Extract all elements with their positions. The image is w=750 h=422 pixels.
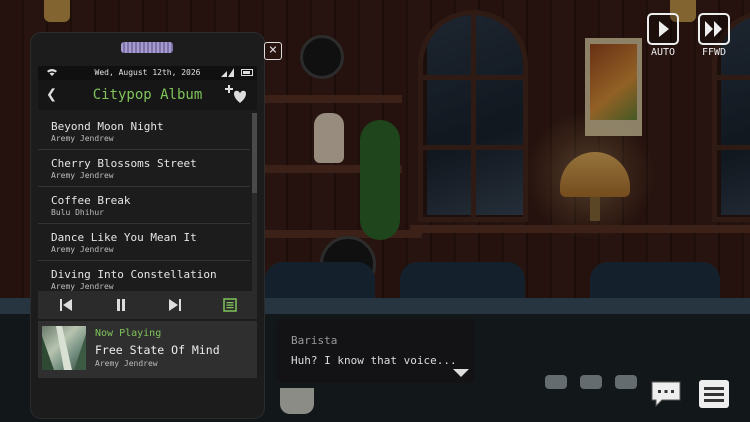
track-artist: Aremy Jendrew bbox=[51, 170, 250, 181]
track-title: Coffee Break bbox=[51, 194, 250, 207]
track-title: Beyond Moon Night bbox=[51, 120, 250, 133]
track-title: Cherry Blossoms Street bbox=[51, 157, 250, 170]
pause-icon[interactable] bbox=[114, 298, 128, 312]
status-bar: Wed, August 12th, 2026 bbox=[38, 66, 257, 80]
continue-arrow-icon[interactable] bbox=[453, 369, 469, 377]
track-artist: Aremy Jendrew bbox=[51, 133, 250, 144]
previous-track-icon[interactable] bbox=[59, 298, 73, 312]
track-artist: Aremy Jendrew bbox=[51, 244, 250, 255]
dialogue-box[interactable]: Barista Huh? I know that voice... bbox=[276, 319, 475, 383]
track-artist: Bulu Dhihur bbox=[51, 207, 250, 218]
add-favorite-icon[interactable] bbox=[225, 85, 247, 105]
app-header: ❮ Citypop Album bbox=[38, 80, 257, 110]
track-list-scrollbar[interactable] bbox=[252, 113, 257, 291]
now-playing-title: Free State Of Mind bbox=[95, 343, 220, 357]
list-item[interactable]: Diving Into Constellation Aremy Jendrew bbox=[38, 261, 250, 291]
now-playing-label: Now Playing bbox=[95, 328, 161, 339]
track-artist: Aremy Jendrew bbox=[51, 281, 250, 291]
scrollbar-thumb[interactable] bbox=[252, 113, 257, 193]
speaker-name: Barista bbox=[291, 334, 337, 347]
list-item[interactable]: Dance Like You Mean It Aremy Jendrew bbox=[38, 224, 250, 261]
auto-label: AUTO bbox=[643, 47, 683, 58]
now-playing-artist: Aremy Jendrew bbox=[95, 359, 158, 368]
next-track-icon[interactable] bbox=[168, 298, 182, 312]
list-item[interactable]: Coffee Break Bulu Dhihur bbox=[38, 187, 250, 224]
track-title: Diving Into Constellation bbox=[51, 268, 250, 281]
ffwd-button[interactable] bbox=[698, 13, 730, 45]
signal-icon bbox=[221, 68, 235, 77]
menu-icon[interactable] bbox=[698, 378, 730, 410]
track-title: Dance Like You Mean It bbox=[51, 231, 250, 244]
close-icon: × bbox=[269, 42, 277, 58]
now-playing-panel[interactable]: Now Playing Free State Of Mind Aremy Jen… bbox=[38, 321, 257, 378]
chat-log-icon[interactable] bbox=[650, 378, 682, 410]
album-art bbox=[42, 326, 86, 370]
phone-music-player: Wed, August 12th, 2026 ❮ Citypop Album B… bbox=[31, 33, 264, 418]
phone-speaker-grille bbox=[121, 42, 173, 53]
fast-forward-icon bbox=[700, 15, 728, 43]
close-phone-button[interactable]: × bbox=[264, 42, 282, 60]
battery-icon bbox=[241, 69, 253, 76]
dialogue-text: Huh? I know that voice... bbox=[291, 354, 457, 367]
ffwd-label: FFWD bbox=[694, 47, 734, 58]
list-item[interactable]: Cherry Blossoms Street Aremy Jendrew bbox=[38, 150, 250, 187]
playlist-icon[interactable] bbox=[223, 298, 237, 312]
play-icon bbox=[649, 15, 677, 43]
playback-controls bbox=[38, 291, 257, 319]
track-list: Beyond Moon Night Aremy Jendrew Cherry B… bbox=[38, 113, 250, 291]
list-item[interactable]: Beyond Moon Night Aremy Jendrew bbox=[38, 113, 250, 150]
auto-button[interactable] bbox=[647, 13, 679, 45]
